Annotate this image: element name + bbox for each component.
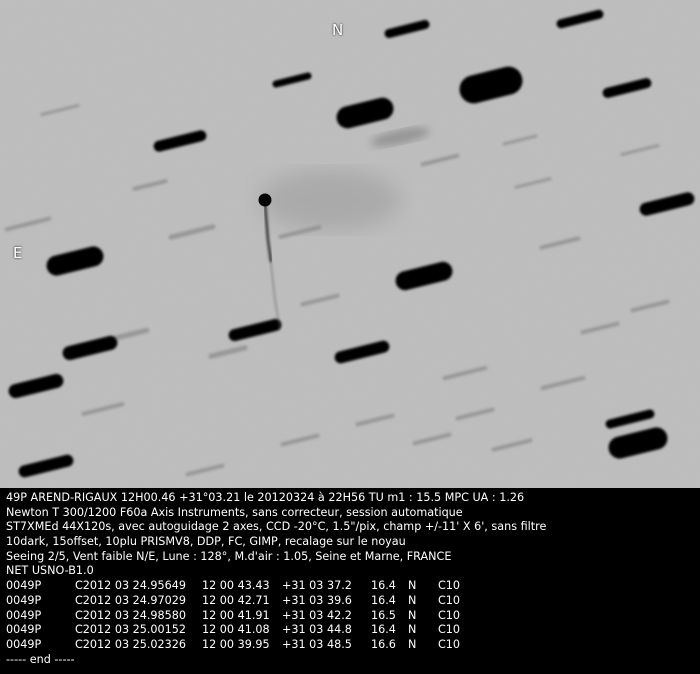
east-label: E [13,244,23,262]
observation-band: N [408,593,417,607]
observation-object: 0049P [6,608,42,622]
observation-code: C10 [438,608,461,622]
observation-info-panel: 49P AREND-RIGAUX 12H00.46 +31°03.21 le 2… [0,488,700,674]
observation-mag: 16.4 [371,593,396,607]
observation-ra: 12 00 43.43 [202,579,270,593]
observation-object: 0049P [6,593,42,607]
observation-date: C2012 03 25.02326 [75,637,187,651]
observation-ra: 12 00 41.08 [202,623,270,637]
observation-mag: 16.4 [371,623,396,637]
observation-code: C10 [438,593,461,607]
observation-code: C10 [438,637,461,651]
observation-ra: 12 00 39.95 [202,637,270,651]
info-line-telescope: Newton T 300/1200 F60a Axis Instruments,… [6,505,463,519]
observation-mag: 16.4 [371,579,396,593]
observation-row: 0049P C2012 03 24.95649 12 00 43.43 +31 03 … [6,579,700,594]
info-line-processing: 10dark, 15offset, 10plu PRISMV8, DDP, FC… [6,535,406,549]
observation-band: N [408,579,417,593]
observation-dec: +31 03 37.2 [282,579,352,593]
comet-image [0,0,700,488]
observation-row: 0049P C2012 03 25.00152 12 00 41.08 +31 03 … [6,623,700,638]
observation-code: C10 [438,623,461,637]
observation-dec: +31 03 48.5 [282,637,352,651]
observation-row: 0049P C2012 03 25.02326 12 00 39.95 +31 03 … [6,638,700,653]
info-line-camera: ST7XMEd 44X120s, avec autoguidage 2 axes… [6,520,547,534]
observation-ra: 12 00 41.91 [202,608,270,622]
coma-glow [260,170,400,230]
observation-mag: 16.5 [371,608,396,622]
observation-code: C10 [438,579,461,593]
north-label: N [332,21,344,39]
observation-object: 0049P [6,637,42,651]
info-line-conditions: Seeing 2/5, Vent faible N/E, Lune : 128°… [6,549,452,563]
observation-band: N [408,608,417,622]
comet-nucleus [258,193,272,207]
observation-dec: +31 03 39.6 [282,593,352,607]
observation-date: C2012 03 25.00152 [75,623,187,637]
observation-object: 0049P [6,579,42,593]
observation-band: N [408,623,417,637]
observation-row: 0049P C2012 03 24.97029 12 00 42.71 +31 03 … [6,594,700,609]
observation-date: C2012 03 24.98580 [75,608,187,622]
observation-dec: +31 03 44.8 [282,623,352,637]
end-marker: ----- end ----- [6,652,75,666]
observation-table: 0049P C2012 03 24.95649 12 00 43.43 +31 03 … [6,579,700,652]
observation-row: 0049P C2012 03 24.98580 12 00 41.91 +31 03 … [6,609,700,624]
observation-mag: 16.6 [371,637,396,651]
observation-date: C2012 03 24.97029 [75,593,187,607]
observation-ra: 12 00 42.71 [202,593,270,607]
info-line-catalog: NET USNO-B1.0 [6,564,94,578]
observation-band: N [408,637,417,651]
observation-dec: +31 03 42.2 [282,608,352,622]
observation-date: C2012 03 24.95649 [75,579,187,593]
observation-object: 0049P [6,623,42,637]
info-line-title: 49P AREND-RIGAUX 12H00.46 +31°03.21 le 2… [6,491,525,504]
